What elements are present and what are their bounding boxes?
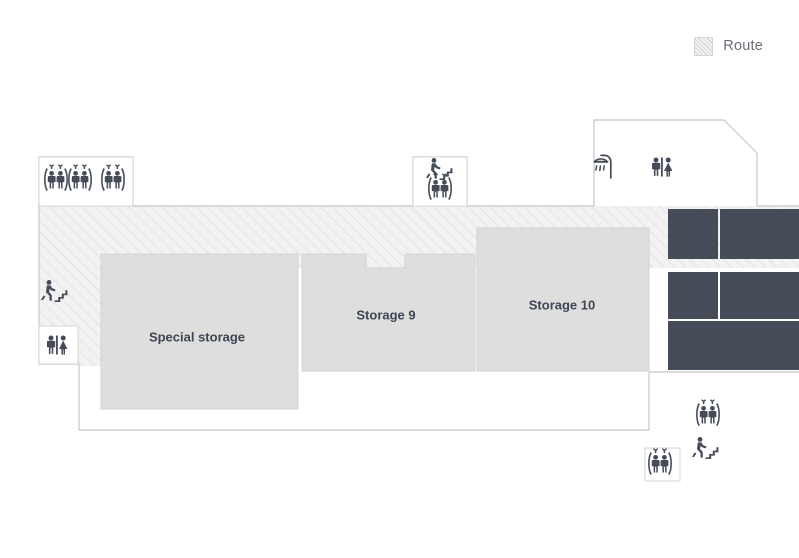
- shower-icon: [593, 154, 612, 179]
- wall-north: [39, 119, 758, 207]
- icon-box-restroom-southwest: [38, 325, 79, 365]
- wc-split-icon: [47, 335, 68, 355]
- legend-label-route: Route: [723, 37, 763, 54]
- floor-plan[interactable]: Special storage Storage 9 Storage 10 Rou…: [0, 0, 799, 558]
- unit-block-unit-1[interactable]: [668, 209, 718, 259]
- route-corridor-notch: [367, 206, 405, 268]
- floor-plan-canvas[interactable]: Special storage Storage 9 Storage 10: [0, 0, 799, 558]
- unit-block-unit-5[interactable]: [668, 321, 799, 370]
- icon-box-stairs-center: [412, 156, 468, 207]
- elevator-icon: [696, 399, 720, 427]
- room-label-storage-9: Storage 9: [356, 307, 415, 322]
- units-layer: [668, 209, 799, 370]
- unit-block-unit-2[interactable]: [720, 209, 799, 259]
- stairs-icon: [692, 437, 719, 459]
- route-hatch-swatch: [694, 36, 714, 56]
- wc-split-icon: [652, 157, 673, 177]
- unit-block-unit-3[interactable]: [668, 272, 718, 319]
- unit-block-unit-4[interactable]: [720, 272, 799, 319]
- room-label-special-storage: Special storage: [149, 329, 245, 344]
- room-label-storage-10: Storage 10: [529, 297, 595, 312]
- legend: Route: [694, 35, 763, 57]
